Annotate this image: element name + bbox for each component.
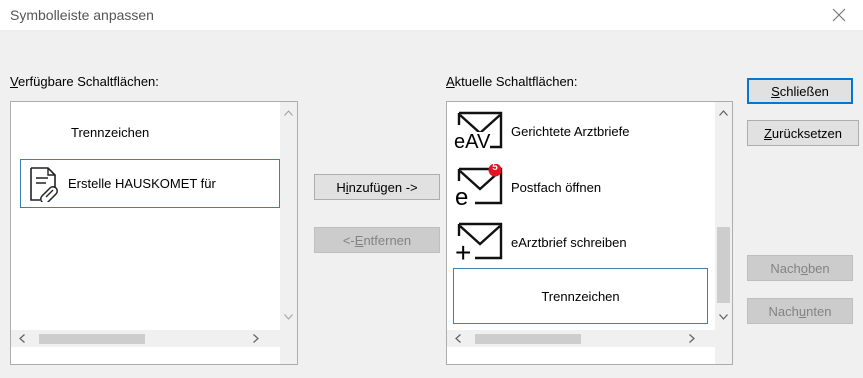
list-item-label: Trennzeichen — [541, 288, 620, 304]
move-down-button[interactable]: Nach u nten — [747, 298, 853, 324]
close-button[interactable]: Schließen — [747, 78, 853, 104]
document-link-icon — [28, 166, 60, 204]
move-up-button-mnemonic: o — [800, 260, 808, 276]
available-buttons-list[interactable]: Trennzeichen Erstelle HAUSKOMET für — [10, 101, 298, 365]
close-button-text-rest: chließen — [779, 83, 829, 99]
notification-badge: 5 — [492, 162, 498, 173]
current-label-text: ktuelle Schaltflächen: — [454, 74, 578, 89]
move-down-button-text-rest: nten — [806, 303, 832, 319]
scroll-up-icon[interactable] — [280, 104, 297, 121]
horizontal-scroll-thumb[interactable] — [475, 334, 581, 344]
move-down-button-mnemonic: u — [798, 303, 807, 319]
list-item-label: Trennzeichen — [71, 124, 150, 140]
move-up-button[interactable]: Nach o ben — [747, 255, 853, 281]
add-button-text-rest: nzufügen -> — [348, 179, 418, 195]
list-item[interactable]: + eArztbrief schreiben — [453, 217, 627, 267]
available-label-text: erfügbare Schaltflächen: — [17, 74, 159, 89]
list-item[interactable]: eAV Gerichtete Arztbriefe — [453, 106, 630, 156]
scroll-down-icon[interactable] — [280, 308, 297, 325]
scroll-corner — [280, 347, 297, 364]
list-item-label: Erstelle HAUSKOMET für — [68, 176, 216, 191]
current-buttons-label: Aktuelle Schaltflächen: — [446, 74, 578, 89]
current-vertical-scrollbar[interactable] — [715, 102, 732, 347]
envelope-plus-icon: + — [453, 218, 507, 268]
title-bar: Symbolleiste anpassen — [0, 0, 863, 30]
scroll-corner — [715, 347, 732, 364]
scroll-up-icon[interactable] — [715, 104, 732, 121]
scroll-right-icon[interactable] — [683, 330, 700, 347]
current-buttons-list[interactable]: eAV Gerichtete Arztbriefe 5 e Postfach ö… — [446, 101, 733, 365]
move-up-button-text: Nach — [770, 260, 801, 276]
horizontal-scroll-thumb[interactable] — [39, 334, 145, 344]
available-vertical-scrollbar[interactable] — [280, 102, 297, 347]
icon-caption: eAV — [454, 131, 491, 153]
list-item[interactable]: Trennzeichen — [71, 110, 149, 154]
remove-button-text-rest: ntfernen — [363, 232, 412, 248]
list-item-label: eArztbrief schreiben — [511, 234, 627, 250]
icon-caption: e — [455, 184, 469, 211]
available-buttons-label: Verfügbare Schaltflächen: — [10, 74, 159, 89]
reset-button-mnemonic: Z — [763, 125, 772, 141]
list-item-selected[interactable]: Trennzeichen — [453, 268, 708, 324]
scroll-down-icon[interactable] — [715, 308, 732, 325]
window-title: Symbolleiste anpassen — [10, 7, 154, 23]
remove-button-text: <- — [342, 232, 355, 248]
close-icon[interactable] — [825, 1, 853, 29]
list-item-selected[interactable]: Erstelle HAUSKOMET für — [20, 159, 280, 208]
reset-button[interactable]: Zurücksetzen — [747, 120, 859, 146]
icon-caption: + — [455, 237, 472, 268]
vertical-scroll-thumb[interactable] — [717, 227, 730, 303]
move-down-button-text: Nach — [768, 303, 799, 319]
available-horizontal-scrollbar[interactable] — [11, 330, 280, 347]
current-label-mnemonic: A — [446, 74, 455, 89]
close-button-mnemonic: S — [771, 83, 780, 99]
customize-toolbar-dialog: Symbolleiste anpassen Verfügbare Schaltf… — [0, 0, 863, 378]
remove-button-mnemonic: E — [354, 232, 364, 248]
scroll-left-icon[interactable] — [13, 330, 30, 347]
available-label-mnemonic: V — [10, 74, 18, 89]
scroll-right-icon[interactable] — [247, 330, 264, 347]
reset-button-text-rest: urücksetzen — [771, 125, 843, 141]
list-item-label: Gerichtete Arztbriefe — [511, 123, 630, 139]
list-item-label: Postfach öffnen — [511, 179, 602, 195]
scroll-left-icon[interactable] — [449, 330, 466, 347]
move-up-button-text-rest: ben — [807, 260, 830, 276]
envelope-eav-icon: eAV — [453, 107, 507, 155]
list-item[interactable]: 5 e Postfach öffnen — [453, 162, 601, 212]
remove-button[interactable]: <- Entfernen — [314, 227, 440, 253]
envelope-e-notification-icon: 5 e — [453, 162, 507, 211]
add-button[interactable]: Hi nzufügen -> — [314, 174, 440, 200]
current-horizontal-scrollbar[interactable] — [447, 330, 715, 347]
add-button-text: H — [336, 179, 346, 195]
